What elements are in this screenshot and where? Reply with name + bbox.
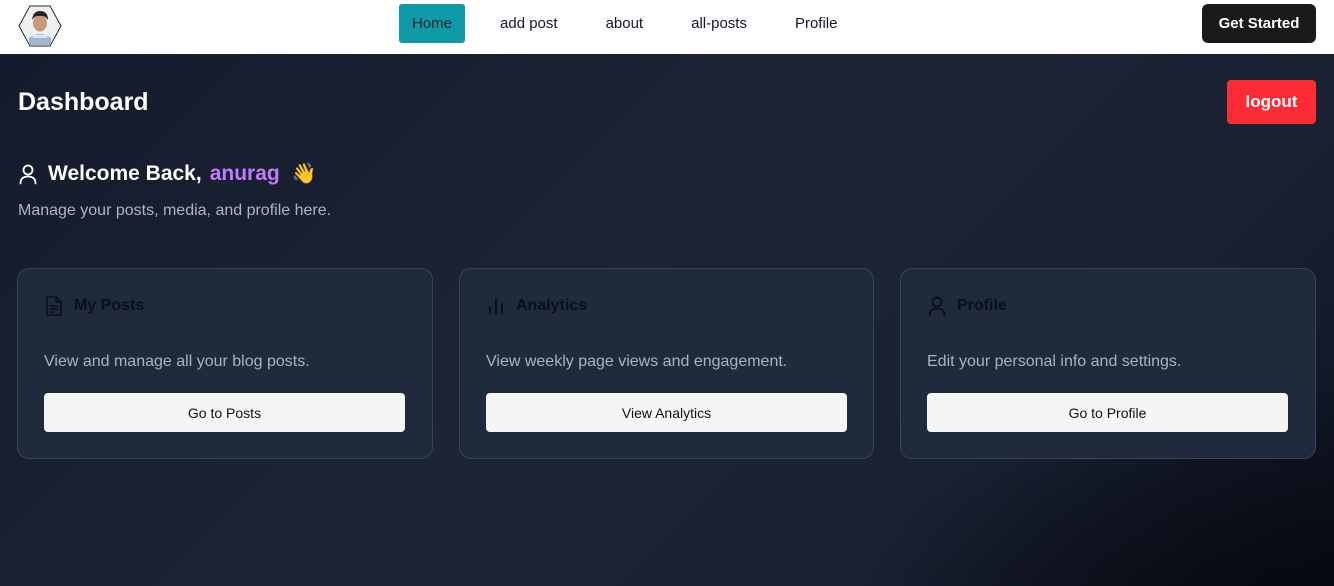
card-description: View weekly page views and engagement. <box>486 353 788 370</box>
card-analytics: Analytics View weekly page views and eng… <box>459 268 874 459</box>
nav-item-home[interactable]: Home <box>399 4 466 43</box>
logout-button[interactable]: logout <box>1227 80 1316 124</box>
card-description: Edit your personal info and settings. <box>927 353 1182 370</box>
card-header: My Posts <box>44 295 144 317</box>
card-title: Analytics <box>516 297 588 314</box>
card-header: Profile <box>927 295 1007 317</box>
top-navbar: Home add post about all-posts Profile Ge… <box>0 0 1334 54</box>
main-nav: Home add post about all-posts Profile <box>399 4 873 43</box>
username: anurag <box>209 161 280 185</box>
nav-item-about[interactable]: about <box>593 4 657 43</box>
dashboard-main: Dashboard logout Welcome Back, anurag 👋 … <box>0 54 1334 586</box>
card-description: View and manage all your blog posts. <box>44 353 310 370</box>
card-my-posts: My Posts View and manage all your blog p… <box>17 268 433 459</box>
user-icon <box>927 295 947 317</box>
waving-hand-icon: 👋 <box>291 163 317 185</box>
welcome-subtitle: Manage your posts, media, and profile he… <box>18 202 332 219</box>
welcome-text: Welcome Back, <box>48 161 202 185</box>
nav-item-profile[interactable]: Profile <box>782 4 851 43</box>
nav-item-all-posts[interactable]: all-posts <box>678 4 760 43</box>
card-header: Analytics <box>486 295 587 317</box>
go-to-profile-button[interactable]: Go to Profile <box>927 393 1288 432</box>
bar-chart-icon <box>486 295 506 317</box>
card-profile: Profile Edit your personal info and sett… <box>900 268 1316 459</box>
user-icon <box>18 163 38 185</box>
card-title: Profile <box>957 297 1007 314</box>
card-title: My Posts <box>74 297 145 314</box>
get-started-button[interactable]: Get Started <box>1202 4 1316 43</box>
welcome-heading: Welcome Back, anurag 👋 <box>18 161 317 186</box>
logo-avatar[interactable] <box>18 4 62 48</box>
nav-item-add-post[interactable]: add post <box>487 4 571 43</box>
page-title: Dashboard <box>18 88 149 116</box>
go-to-posts-button[interactable]: Go to Posts <box>44 393 405 432</box>
view-analytics-button[interactable]: View Analytics <box>486 393 847 432</box>
document-icon <box>44 295 64 317</box>
